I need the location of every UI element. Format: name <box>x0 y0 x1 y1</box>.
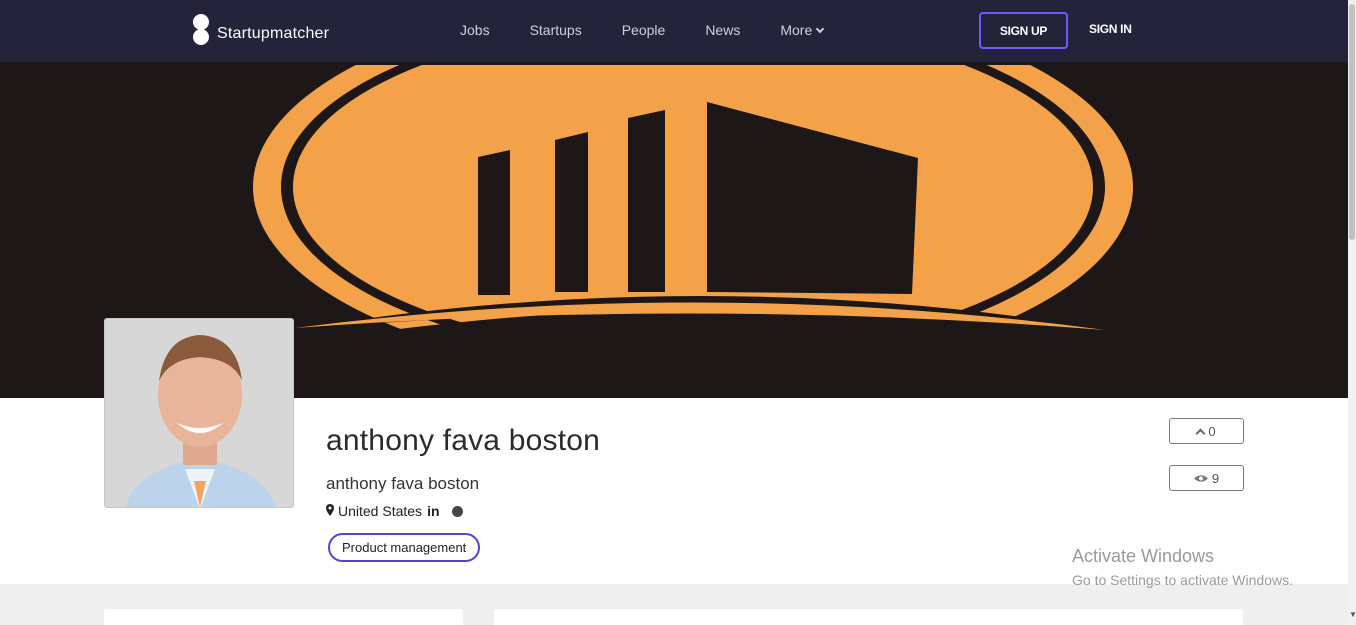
nav-people[interactable]: People <box>622 22 666 38</box>
avatar-photo <box>105 319 293 507</box>
nav-jobs[interactable]: Jobs <box>460 22 490 38</box>
activate-windows-title: Activate Windows <box>1072 546 1215 566</box>
chevron-up-icon <box>1195 428 1206 438</box>
nav-startups[interactable]: Startups <box>530 22 582 38</box>
scroll-down-arrow-icon[interactable]: ▼ <box>1349 610 1356 619</box>
right-content-card <box>494 609 1243 625</box>
profile-avatar <box>104 318 294 508</box>
profile-name-heading: anthony fava boston <box>326 424 601 457</box>
upvote-button[interactable]: 0 <box>1169 418 1244 444</box>
sign-in-button[interactable]: SIGN IN <box>1089 22 1132 36</box>
upvote-count: 0 <box>1208 423 1216 439</box>
profile-subtitle: anthony fava boston <box>326 474 480 493</box>
profile-location-row: United States in <box>326 503 463 519</box>
views-counter: 9 <box>1169 465 1244 491</box>
globe-icon[interactable] <box>451 505 463 517</box>
main-nav: Jobs Startups People News More <box>460 22 863 38</box>
views-count: 9 <box>1211 470 1220 486</box>
logo-icon <box>193 14 209 46</box>
location-text: United States <box>338 503 423 519</box>
left-content-card <box>104 609 463 625</box>
linkedin-icon[interactable]: in <box>427 503 439 519</box>
skill-tag[interactable]: Product management <box>328 533 481 562</box>
brand-logo[interactable]: Startupmatcher <box>193 14 329 46</box>
scrollbar-thumb[interactable] <box>1349 4 1355 240</box>
nav-more-label: More <box>780 22 813 38</box>
map-pin-icon <box>326 503 334 519</box>
sign-up-button[interactable]: SIGN UP <box>979 12 1068 49</box>
activate-windows-subtitle: Go to Settings to activate Windows. <box>1072 572 1293 588</box>
nav-news[interactable]: News <box>705 22 740 38</box>
top-navbar: Startupmatcher Jobs Startups People News… <box>0 0 1348 62</box>
brand-name: Startupmatcher <box>217 25 330 42</box>
nav-more-dropdown[interactable]: More <box>780 22 825 38</box>
page-scrollbar[interactable] <box>1348 0 1356 625</box>
chevron-down-icon <box>815 24 825 33</box>
eye-icon <box>1193 474 1208 483</box>
